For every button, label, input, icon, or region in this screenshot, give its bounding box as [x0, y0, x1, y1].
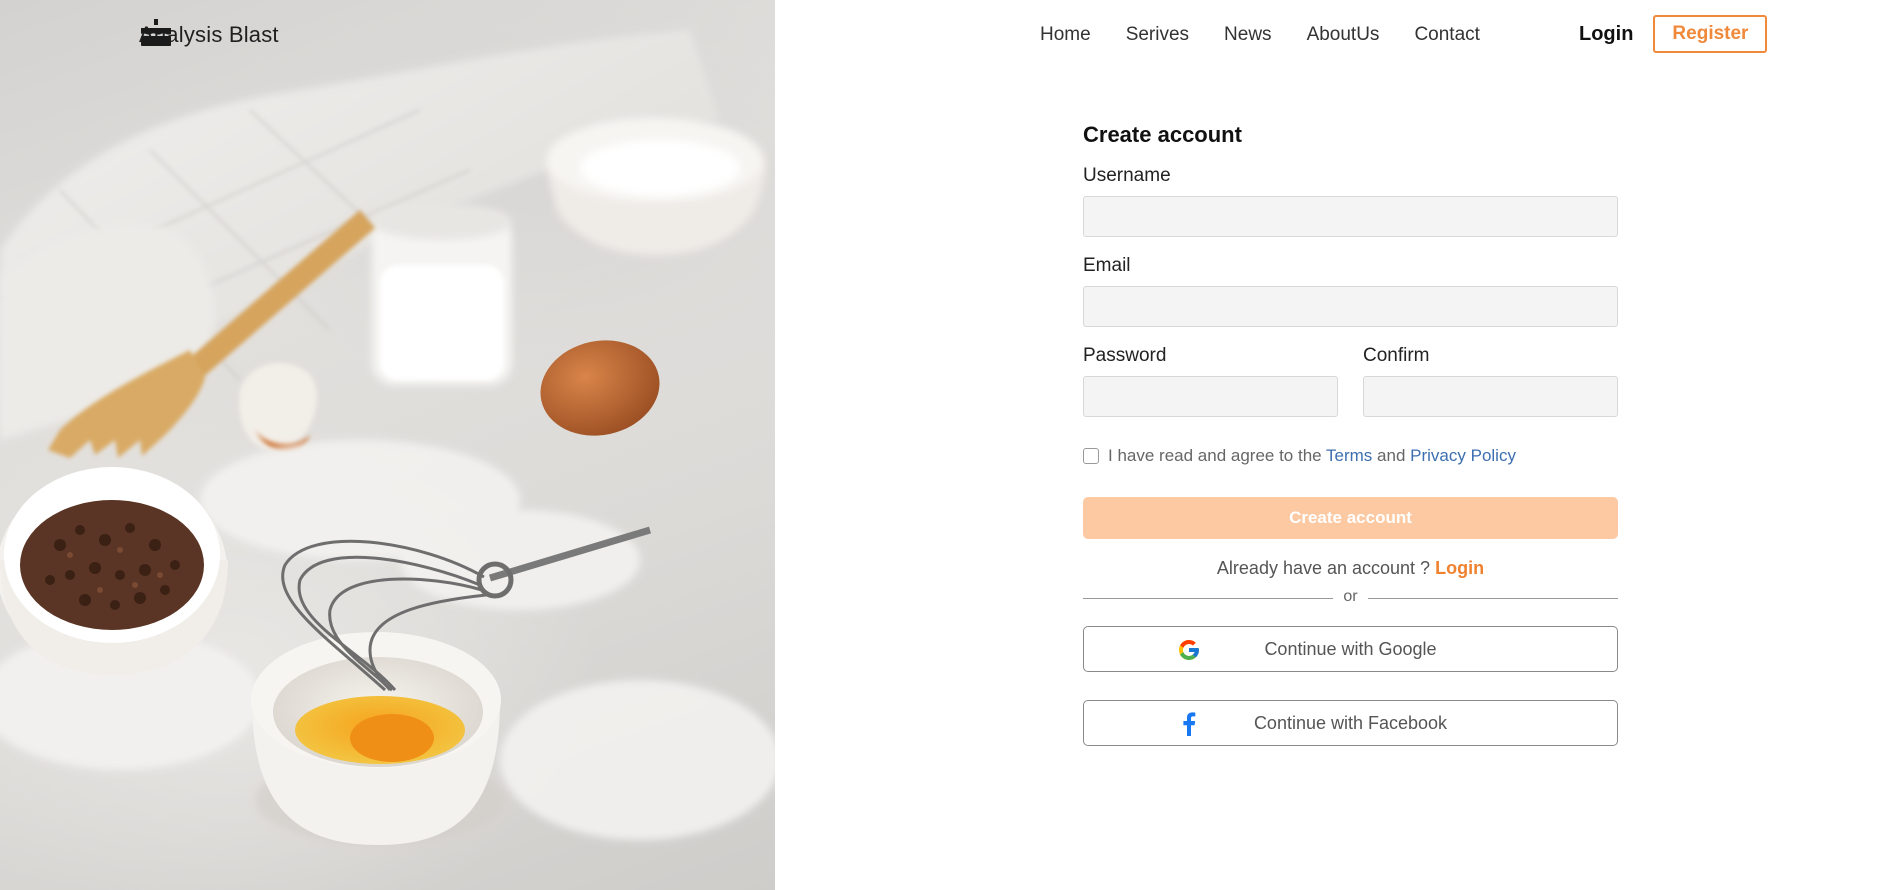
form-login-link[interactable]: Login — [1435, 558, 1484, 578]
email-input[interactable] — [1083, 286, 1618, 327]
email-label: Email — [1083, 255, 1131, 276]
continue-with-google-button[interactable]: Continue with Google — [1083, 626, 1618, 672]
agree-prefix: I have read and agree to the — [1108, 446, 1322, 465]
create-account-form: Create account Username Email Password C… — [1083, 118, 1618, 746]
password-label: Password — [1083, 345, 1167, 366]
google-button-label: Continue with Google — [1264, 638, 1437, 659]
hero-image: Analysis Blast — [0, 0, 775, 890]
google-icon — [1177, 638, 1201, 662]
password-input[interactable] — [1083, 376, 1338, 417]
cake-icon — [141, 19, 171, 46]
agree-text: I have read and agree to the Terms and P… — [1108, 446, 1516, 466]
facebook-button-label: Continue with Facebook — [1253, 712, 1448, 733]
brand[interactable]: Analysis Blast — [139, 18, 279, 52]
terms-agreement: I have read and agree to the Terms and P… — [1083, 446, 1516, 466]
nav-contact[interactable]: Contact — [1414, 24, 1479, 46]
nav-news[interactable]: News — [1224, 24, 1272, 46]
terms-checkbox[interactable] — [1083, 448, 1099, 464]
confirm-password-input[interactable] — [1363, 376, 1618, 417]
baking-illustration — [0, 30, 775, 845]
divider-line-right — [1368, 598, 1618, 599]
nav-about[interactable]: AboutUs — [1307, 24, 1380, 46]
already-text: Already have an account ? — [1216, 558, 1431, 578]
or-divider: or — [1083, 588, 1618, 608]
nav-services[interactable]: Serives — [1126, 24, 1189, 46]
agree-and: and — [1377, 446, 1406, 465]
create-account-button[interactable]: Create account — [1083, 497, 1618, 539]
or-text: or — [1343, 588, 1358, 605]
form-title: Create account — [1083, 122, 1242, 147]
privacy-policy-link[interactable]: Privacy Policy — [1410, 446, 1516, 465]
terms-link[interactable]: Terms — [1326, 446, 1372, 465]
username-input[interactable] — [1083, 196, 1618, 237]
facebook-icon — [1177, 712, 1201, 736]
continue-with-facebook-button[interactable]: Continue with Facebook — [1083, 700, 1618, 746]
confirm-label: Confirm — [1363, 345, 1430, 366]
username-label: Username — [1083, 165, 1171, 186]
register-button[interactable]: Register — [1653, 15, 1768, 53]
nav-login-link[interactable]: Login — [1579, 23, 1633, 46]
auth-links: Login Register — [1579, 14, 1768, 54]
top-nav: Home Serives News AboutUs Contact — [1040, 18, 1515, 52]
nav-home[interactable]: Home — [1040, 24, 1091, 46]
already-have-account: Already have an account ? Login — [1083, 558, 1618, 579]
